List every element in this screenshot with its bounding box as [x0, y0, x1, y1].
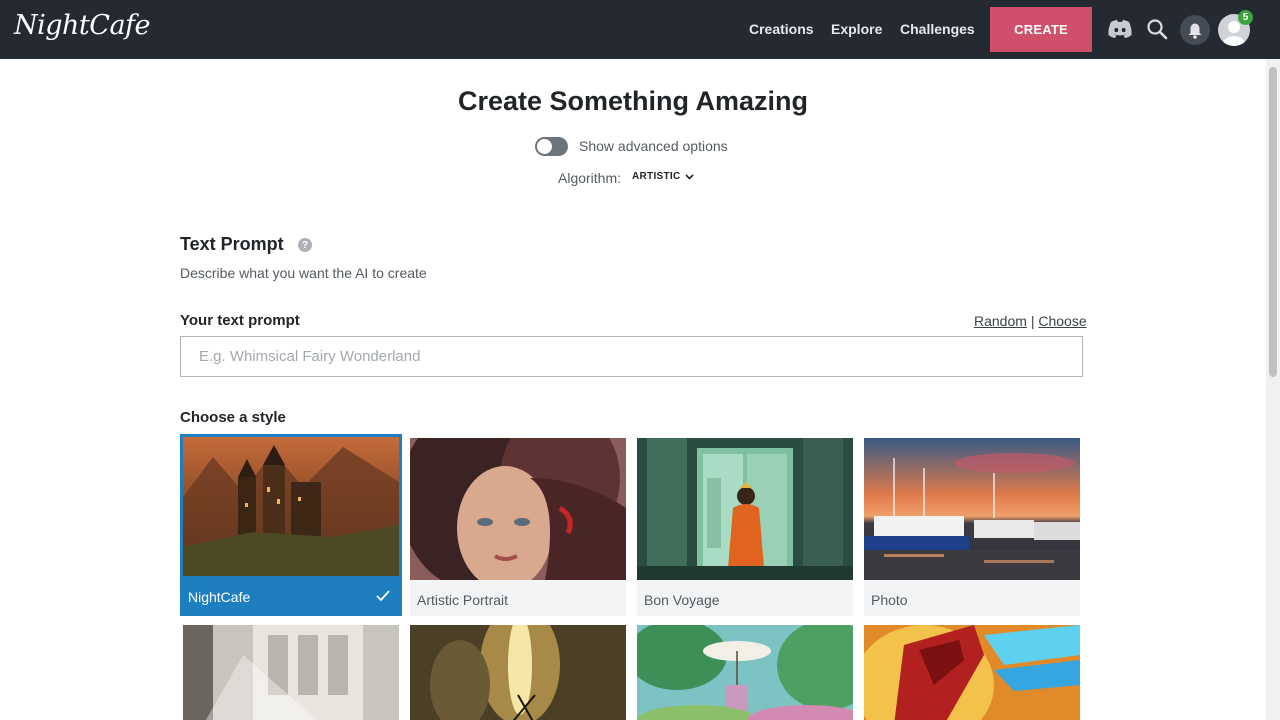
text-prompt-input[interactable]	[180, 336, 1083, 377]
style-card-row2-1[interactable]	[183, 625, 399, 720]
style-card-row2-4[interactable]	[864, 625, 1080, 720]
style-card-bon-voyage[interactable]: Bon Voyage	[637, 438, 853, 616]
style-thumbnail	[637, 625, 853, 720]
style-name: Bon Voyage	[644, 592, 720, 608]
top-navbar: NightCafe Creations Explore Challenges C…	[0, 0, 1280, 59]
prompt-helper-links: Random | Choose	[974, 313, 1087, 329]
nav-link-creations[interactable]: Creations	[749, 21, 814, 37]
algorithm-label: Algorithm:	[558, 170, 622, 186]
notifications-bell-icon[interactable]	[1180, 15, 1210, 45]
style-thumbnail-nightcafe	[183, 437, 399, 576]
style-card-photo[interactable]: Photo	[864, 438, 1080, 616]
chevron-down-icon	[684, 173, 694, 180]
nav-link-explore[interactable]: Explore	[831, 21, 882, 37]
random-prompt-link[interactable]: Random	[974, 313, 1027, 329]
page-scrollbar[interactable]	[1266, 59, 1280, 720]
style-card-row2-3[interactable]	[637, 625, 853, 720]
create-button[interactable]: CREATE	[990, 7, 1092, 52]
algorithm-dropdown[interactable]: ARTISTIC	[632, 171, 694, 182]
style-card-artistic-portrait[interactable]: Artistic Portrait	[410, 438, 626, 616]
search-icon[interactable]	[1144, 16, 1170, 42]
style-card-nightcafe[interactable]: NightCafe	[180, 434, 402, 616]
style-thumbnail-bon-voyage	[637, 438, 853, 580]
discord-icon[interactable]	[1107, 16, 1133, 42]
style-thumbnail-artistic-portrait	[410, 438, 626, 580]
algorithm-value: ARTISTIC	[632, 171, 681, 182]
style-card-row2-2[interactable]	[410, 625, 626, 720]
style-name: Artistic Portrait	[417, 592, 509, 608]
style-name: Photo	[871, 592, 908, 608]
style-thumbnail	[410, 625, 626, 720]
choose-prompt-link[interactable]: Choose	[1038, 313, 1086, 329]
scrollbar-thumb[interactable]	[1269, 67, 1277, 377]
help-icon[interactable]: ?	[298, 238, 312, 252]
text-prompt-description: Describe what you want the AI to create	[180, 265, 427, 281]
advanced-options-toggle[interactable]	[535, 137, 568, 156]
check-icon	[376, 590, 390, 602]
text-prompt-heading: Text Prompt	[180, 234, 284, 254]
style-name: NightCafe	[188, 589, 251, 605]
text-prompt-field-label: Your text prompt	[180, 312, 300, 329]
notification-count-badge: 5	[1238, 10, 1253, 25]
nav-link-challenges[interactable]: Challenges	[900, 21, 975, 37]
style-thumbnail	[864, 625, 1080, 720]
choose-style-heading: Choose a style	[180, 409, 286, 426]
page-title: Create Something Amazing	[457, 86, 809, 116]
nightcafe-logo[interactable]: NightCafe	[14, 10, 151, 41]
toggle-knob	[537, 139, 552, 154]
link-separator: |	[1030, 313, 1035, 329]
style-thumbnail	[183, 625, 399, 720]
advanced-options-label[interactable]: Show advanced options	[579, 138, 728, 154]
style-thumbnail-photo	[864, 438, 1080, 580]
